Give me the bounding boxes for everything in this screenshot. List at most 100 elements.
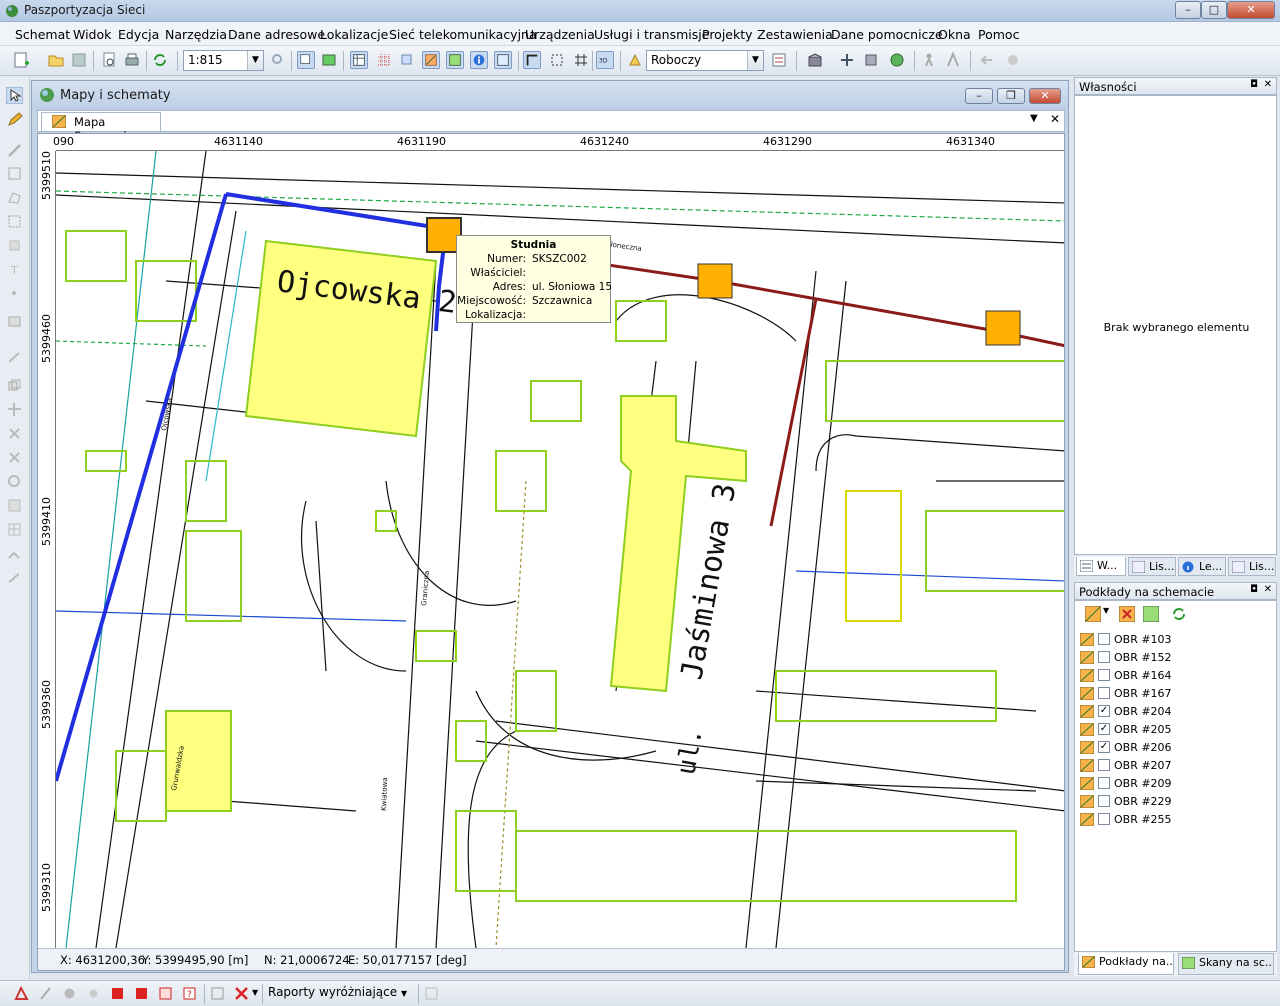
rect-tool-icon[interactable] [6, 165, 23, 182]
network-tool-icon[interactable] [14, 986, 29, 1001]
child-close-button[interactable]: ✕ [1029, 88, 1061, 104]
layer-checkbox[interactable]: ✓ [1098, 741, 1110, 753]
menu-edycja[interactable]: Edycja [118, 27, 159, 42]
tab-lista-1[interactable]: Lis... [1128, 557, 1176, 576]
layer-checkbox[interactable]: ✓ [1098, 723, 1110, 735]
forward-arrow-icon[interactable] [1004, 51, 1022, 69]
select-cursor-icon[interactable] [6, 87, 23, 104]
line-tool-icon[interactable] [38, 986, 53, 1001]
snap-corner-icon[interactable] [523, 51, 541, 69]
chevron-down-icon[interactable]: ▼ [1103, 606, 1109, 615]
rotate-tool-icon[interactable] [6, 473, 23, 490]
layers-view-icon[interactable] [297, 51, 315, 69]
menu-pomoc[interactable]: Pomoc [978, 27, 1019, 42]
refresh-icon[interactable] [1171, 606, 1187, 622]
grid-icon[interactable] [375, 51, 393, 69]
edit-shape-icon[interactable] [6, 497, 23, 514]
snap-grid-icon[interactable] [572, 51, 590, 69]
globe-icon[interactable] [888, 51, 906, 69]
tab-podklady[interactable]: Podkłady na... [1078, 953, 1174, 975]
square-tool-icon[interactable] [6, 237, 23, 254]
close-icon[interactable]: ✕ [1264, 584, 1272, 595]
table-tool-icon[interactable] [6, 521, 23, 538]
tab-wlasnosci[interactable]: W... [1076, 557, 1126, 576]
zoom-icon[interactable] [269, 51, 287, 69]
frame-icon[interactable] [210, 986, 225, 1001]
menu-uslugi-i-transmisje[interactable]: Usługi i transmisje [594, 27, 709, 42]
delete-red-icon[interactable] [234, 986, 249, 1001]
reports-dropdown[interactable]: Raporty wyróżniające ▼ [268, 985, 407, 999]
chevron-down-icon[interactable]: ▼ [252, 988, 258, 997]
3d-view-icon[interactable]: 3D [596, 51, 614, 69]
workspace-icon[interactable] [626, 51, 644, 69]
save-icon[interactable] [70, 51, 88, 69]
empty-frame-icon[interactable] [424, 986, 439, 1001]
child-restore-button[interactable]: ❐ [997, 88, 1025, 104]
table-icon[interactable] [350, 51, 368, 69]
maximize-button[interactable]: □ [1201, 1, 1227, 19]
menu-narzedzia[interactable]: Narzędzia [165, 27, 227, 42]
menu-lokalizacje[interactable]: Lokalizacje [320, 27, 388, 42]
object-list-icon[interactable] [770, 51, 788, 69]
layer-checkbox[interactable] [1098, 669, 1110, 681]
layer-checkbox[interactable] [1098, 759, 1110, 771]
workspace-select[interactable]: Roboczy ▼ [646, 50, 764, 71]
image-tool-icon[interactable] [6, 313, 23, 330]
pencil-icon[interactable] [6, 111, 23, 128]
refresh-icon[interactable] [151, 51, 169, 69]
layer-checkbox[interactable] [1098, 651, 1110, 663]
menu-dane-pomocnicze[interactable]: Dane pomocnicze [831, 27, 943, 42]
map-view-icon[interactable] [320, 51, 338, 69]
red-square-icon[interactable] [134, 986, 149, 1001]
menu-zestawienia[interactable]: Zestawienia [757, 27, 833, 42]
split-tool-icon[interactable] [6, 425, 23, 442]
close-tab-icon[interactable]: ✕ [1050, 112, 1060, 126]
menu-dane-adresowe[interactable]: Dane adresowe [228, 27, 325, 42]
chevron-down-icon[interactable]: ▼ [1030, 113, 1038, 124]
well-marker[interactable] [697, 263, 733, 299]
pin-icon[interactable]: ◘ [1250, 79, 1258, 90]
menu-urzadzenia[interactable]: Urządzenia [525, 27, 595, 42]
move-tool-icon[interactable] [6, 401, 23, 418]
snap-points-icon[interactable] [548, 51, 566, 69]
gear-icon[interactable] [62, 986, 77, 1001]
print-icon[interactable] [123, 51, 141, 69]
network-icon[interactable] [838, 51, 856, 69]
help-report-icon[interactable]: ? [182, 986, 197, 1001]
copy-icon[interactable] [398, 51, 416, 69]
menu-widok[interactable]: Widok [73, 27, 111, 42]
hand-tool-icon[interactable] [6, 569, 23, 586]
close-icon[interactable]: ✕ [1264, 79, 1272, 90]
new-icon[interactable] [12, 51, 30, 69]
layer-checkbox[interactable] [1098, 813, 1110, 825]
text-tool-icon[interactable]: T [6, 261, 23, 278]
tab-mapa-szczawnica[interactable]: Mapa Szczawnica [41, 112, 161, 143]
device-icon[interactable] [862, 51, 880, 69]
menu-okna[interactable]: Okna [938, 27, 971, 42]
join-tool-icon[interactable] [6, 545, 23, 562]
menu-schemat[interactable]: Schemat [15, 27, 70, 42]
building-icon[interactable] [806, 51, 824, 69]
add-layer-icon[interactable] [1085, 606, 1101, 622]
layer-checkbox[interactable] [1098, 795, 1110, 807]
child-minimize-button[interactable]: – [965, 88, 993, 104]
node-tool-icon[interactable] [6, 349, 23, 366]
layer-checkbox[interactable] [1098, 777, 1110, 789]
print-preview-icon[interactable] [100, 51, 118, 69]
person-icon[interactable] [920, 51, 938, 69]
tab-lista-2[interactable]: Lis... [1228, 557, 1276, 576]
layer-settings-icon[interactable] [1143, 606, 1159, 622]
layer-green-icon[interactable] [446, 51, 464, 69]
polygon-tool-icon[interactable] [6, 189, 23, 206]
layer-checkbox[interactable]: ✓ [1098, 705, 1110, 717]
delete-tool-icon[interactable] [6, 449, 23, 466]
close-button[interactable]: ✕ [1227, 1, 1275, 19]
red-frame-icon[interactable] [158, 986, 173, 1001]
menu-projekty[interactable]: Projekty [702, 27, 753, 42]
minimize-button[interactable]: – [1175, 1, 1201, 19]
copy-tool-icon[interactable] [6, 377, 23, 394]
back-arrow-icon[interactable] [978, 51, 996, 69]
layer-checkbox[interactable] [1098, 687, 1110, 699]
remove-layer-icon[interactable] [1119, 606, 1135, 622]
tab-skany[interactable]: Skany na sc... [1178, 953, 1274, 975]
